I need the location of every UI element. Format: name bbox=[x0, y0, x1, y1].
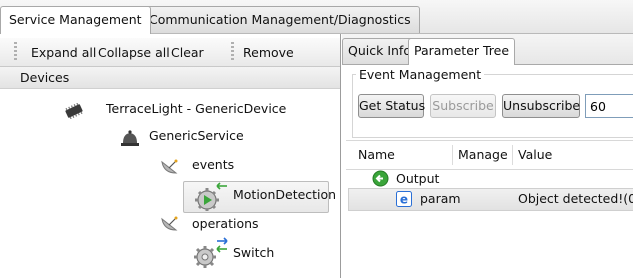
main-tab-strip: Service Management Communication Managem… bbox=[0, 0, 633, 34]
tab-service-management[interactable]: Service Management bbox=[0, 6, 151, 34]
toolbar-grip[interactable] bbox=[14, 42, 17, 62]
row-name: param bbox=[420, 191, 461, 206]
row-value: Object detected!(0) bbox=[518, 191, 633, 206]
tree-event-item-label[interactable]: MotionDetection bbox=[233, 186, 336, 204]
chip-icon bbox=[63, 102, 85, 122]
subscribe-button[interactable]: Subscribe bbox=[430, 94, 496, 118]
unsubscribe-button[interactable]: Unsubscribe bbox=[502, 94, 580, 118]
get-status-button[interactable]: Get Status bbox=[358, 94, 425, 118]
collapse-all-button[interactable]: Collapse all bbox=[98, 44, 170, 62]
tree-operation-item-label[interactable]: Switch bbox=[233, 244, 274, 262]
gear-arrows-icon bbox=[191, 235, 231, 274]
green-arrow-icon bbox=[372, 170, 389, 190]
tree-operations-label[interactable]: operations bbox=[192, 215, 259, 233]
tab-parameter-tree[interactable]: Parameter Tree bbox=[408, 38, 516, 65]
column-divider[interactable] bbox=[512, 145, 513, 165]
devices-toolbar: Expand all Collapse all Clear Remove bbox=[0, 38, 340, 67]
bell-icon bbox=[120, 129, 140, 150]
toolbar-grip[interactable] bbox=[231, 42, 234, 62]
svg-text:e: e bbox=[400, 193, 408, 207]
tree-service-label[interactable]: GenericService bbox=[149, 127, 244, 145]
satellite-dish-icon bbox=[160, 215, 180, 236]
interval-input[interactable] bbox=[585, 94, 633, 118]
clear-button[interactable]: Clear bbox=[171, 44, 204, 62]
column-header-value[interactable]: Value bbox=[518, 141, 552, 169]
devices-panel: Expand all Collapse all Clear Remove Dev… bbox=[0, 34, 341, 278]
satellite-dish-icon bbox=[160, 158, 180, 179]
gear-play-icon bbox=[191, 175, 229, 214]
column-header-name[interactable]: Name bbox=[358, 141, 395, 169]
e-param-icon: e bbox=[396, 191, 412, 210]
remove-button[interactable]: Remove bbox=[243, 44, 294, 62]
expand-all-button[interactable]: Expand all bbox=[31, 44, 96, 62]
details-tab-strip: Quick Info Parameter Tree bbox=[342, 34, 633, 65]
tab-communication-management[interactable]: Communication Management/Diagnostics bbox=[140, 6, 420, 33]
devices-header: Devices bbox=[0, 67, 340, 89]
tree-device-label[interactable]: TerraceLight - GenericDevice bbox=[106, 100, 286, 118]
event-management-title: Event Management bbox=[356, 68, 485, 82]
parameter-table-header: Name Manage Value bbox=[346, 140, 633, 170]
row-name: Output bbox=[396, 171, 440, 186]
column-header-manage[interactable]: Manage bbox=[458, 141, 508, 169]
details-panel: Quick Info Parameter Tree Event Manageme… bbox=[342, 34, 633, 278]
column-divider[interactable] bbox=[452, 145, 453, 165]
tab-quick-info[interactable]: Quick Info bbox=[342, 38, 417, 64]
tree-events-label[interactable]: events bbox=[192, 156, 234, 174]
